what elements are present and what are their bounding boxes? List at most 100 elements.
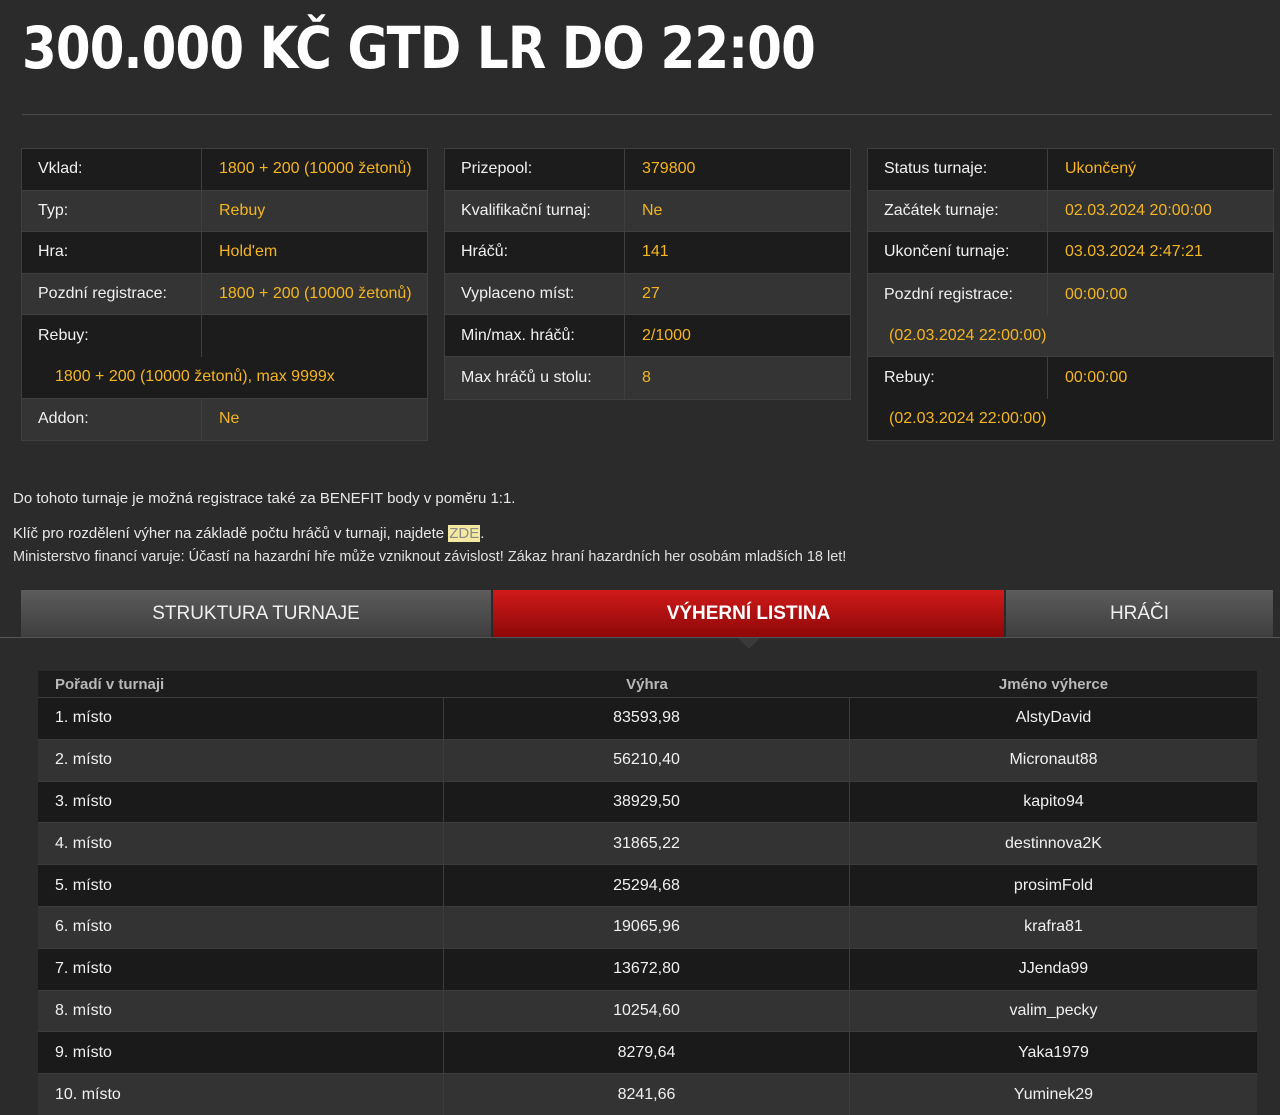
- gambling-warning: Ministerstvo financí varuje: Účastí na h…: [13, 549, 847, 565]
- table-row: 5. místo 25294,68 prosimFold: [38, 864, 1257, 906]
- cell-position: 3. místo: [38, 781, 444, 823]
- title-divider: [22, 114, 1272, 115]
- header-winner-name[interactable]: Jméno výherce: [850, 671, 1257, 697]
- info-label: Vyplaceno míst:: [445, 273, 625, 315]
- info-value: 379800: [642, 160, 696, 178]
- info-row-addon: Addon: Ne: [22, 398, 427, 441]
- tab-tournament-structure[interactable]: STRUKTURA TURNAJE: [21, 590, 492, 637]
- table-row: 9. místo 8279,64 Yaka1979: [38, 1031, 1257, 1074]
- info-row-late-registration: Pozdní registrace: 1800 + 200 (10000 žet…: [22, 273, 427, 316]
- cell-position: 9. místo: [38, 1032, 444, 1074]
- info-value: Ne: [219, 410, 240, 428]
- cell-position: 6. místo: [38, 906, 444, 948]
- cell-winner: Yuminek29: [1013, 1085, 1094, 1103]
- cell-winner: krafra81: [1024, 918, 1083, 936]
- cell-winner: AlstyDavid: [1015, 709, 1092, 727]
- cell-position: 5. místo: [38, 865, 444, 906]
- cell-winner: valim_pecky: [1009, 1001, 1098, 1019]
- cell-winner: prosimFold: [1013, 876, 1094, 894]
- info-value: 1800 + 200 (10000 žetonů): [219, 285, 412, 303]
- info-label: Vklad:: [22, 149, 202, 190]
- info-value: Hold'em: [219, 243, 278, 261]
- info-row-rebuy-date: (02.03.2024 22:00:00): [868, 398, 1273, 441]
- cell-winner: destinnova2K: [1005, 834, 1102, 852]
- page-title: 300.000 KČ GTD LR DO 22:00: [22, 14, 816, 82]
- info-row-rebuy-detail: 1800 + 200 (10000 žetonů), max 9999x: [22, 356, 427, 399]
- info-value: 141: [642, 243, 669, 261]
- table-row: 6. místo 19065,96 krafra81: [38, 905, 1257, 948]
- table-row: 2. místo 56210,40 Micronaut88: [38, 738, 1257, 781]
- tournament-info-left: Vklad: 1800 + 200 (10000 žetonů) Typ: Re…: [21, 148, 428, 442]
- info-label: Min/max. hráčů:: [445, 315, 625, 356]
- info-value: 27: [642, 285, 660, 303]
- winners-table: Pořadí v turnaji Výhra Jméno výherce 1. …: [38, 671, 1257, 1115]
- info-row-max-per-table: Max hráčů u stolu: 8: [445, 356, 850, 399]
- info-value: 00:00:00: [1065, 285, 1128, 303]
- payout-key-link[interactable]: ZDE: [448, 525, 481, 542]
- cell-winner: Yaka1979: [1018, 1043, 1089, 1061]
- winners-table-header: Pořadí v turnaji Výhra Jméno výherce: [38, 671, 1257, 697]
- info-row-min-max-players: Min/max. hráčů: 2/1000: [445, 315, 850, 357]
- info-value: Rebuy: [219, 201, 266, 219]
- tab-winners-list[interactable]: VÝHERNÍ LISTINA: [493, 590, 1005, 637]
- cell-position: 7. místo: [38, 948, 444, 990]
- info-row-late-registration: Pozdní registrace: 00:00:00: [868, 273, 1273, 316]
- cell-position: 4. místo: [38, 823, 444, 865]
- cell-prize: 10254,60: [444, 990, 850, 1032]
- cell-prize: 56210,40: [444, 739, 850, 781]
- info-label: Prizepool:: [445, 149, 625, 190]
- info-label: Pozdní registrace:: [868, 273, 1048, 316]
- info-row-rebuy: Rebuy: 00:00:00: [868, 356, 1273, 399]
- cell-winner: JJenda99: [1018, 960, 1089, 978]
- cell-prize: 31865,22: [444, 823, 850, 865]
- cell-position: 1. místo: [38, 698, 444, 739]
- info-value: Ne: [642, 201, 663, 219]
- info-row-deposit: Vklad: 1800 + 200 (10000 žetonů): [22, 149, 427, 191]
- active-tab-pointer: [738, 638, 760, 649]
- payout-key-text: Klíč pro rozdělení výher na základě počt…: [13, 525, 449, 542]
- table-row: 8. místo 10254,60 valim_pecky: [38, 989, 1257, 1032]
- info-value: 02.03.2024 20:00:00: [1065, 201, 1212, 219]
- cell-position: 8. místo: [38, 990, 444, 1032]
- info-row-prizepool: Prizepool: 379800: [445, 149, 850, 191]
- info-row-players: Hráčů: 141: [445, 232, 850, 274]
- info-value: [202, 315, 427, 357]
- info-label: Pozdní registrace:: [22, 273, 202, 315]
- info-row-rebuy: Rebuy:: [22, 315, 427, 357]
- info-row-qualifier: Kvalifikační turnaj: Ne: [445, 190, 850, 233]
- info-row-late-registration-date: (02.03.2024 22:00:00): [868, 315, 1273, 357]
- table-row: 10. místo 8241,66 Yuminek29: [38, 1073, 1257, 1115]
- cell-winner: Micronaut88: [1009, 751, 1098, 769]
- info-value: (02.03.2024 22:00:00): [889, 326, 1047, 344]
- table-row: 3. místo 38929,50 kapito94: [38, 780, 1257, 823]
- info-row-game: Hra: Hold'em: [22, 232, 427, 274]
- info-row-start: Začátek turnaje: 02.03.2024 20:00:00: [868, 190, 1273, 233]
- info-label: Status turnaje:: [868, 149, 1048, 190]
- info-label: Hráčů:: [445, 232, 625, 273]
- info-value: 2/1000: [642, 326, 691, 344]
- info-row-status: Status turnaje: Ukončený: [868, 149, 1273, 191]
- info-label: Max hráčů u stolu:: [445, 356, 625, 399]
- info-label: Addon:: [22, 398, 202, 441]
- cell-prize: 8241,66: [444, 1074, 850, 1115]
- benefit-note: Do tohoto turnaje je možná registrace ta…: [13, 490, 516, 507]
- payout-key-note: Klíč pro rozdělení výher na základě počt…: [13, 525, 913, 542]
- info-value: 00:00:00: [1065, 368, 1128, 386]
- cell-prize: 83593,98: [444, 698, 850, 739]
- tab-players[interactable]: HRÁČI: [1006, 590, 1274, 637]
- cell-position: 2. místo: [38, 739, 444, 781]
- cell-prize: 25294,68: [444, 865, 850, 906]
- info-row-type: Typ: Rebuy: [22, 190, 427, 233]
- header-prize[interactable]: Výhra: [444, 671, 850, 697]
- table-row: 1. místo 83593,98 AlstyDavid: [38, 697, 1257, 739]
- cell-prize: 8279,64: [444, 1032, 850, 1074]
- header-position[interactable]: Pořadí v turnaji: [38, 671, 444, 697]
- info-row-end: Ukončení turnaje: 03.03.2024 2:47:21: [868, 232, 1273, 274]
- info-label: Typ:: [22, 190, 202, 232]
- tabs-bar: STRUKTURA TURNAJE VÝHERNÍ LISTINA HRÁČI: [0, 590, 1280, 638]
- info-row-paid-places: Vyplaceno míst: 27: [445, 273, 850, 316]
- cell-position: 10. místo: [38, 1074, 444, 1115]
- info-value: Ukončený: [1065, 160, 1137, 178]
- cell-prize: 38929,50: [444, 781, 850, 823]
- info-value: 1800 + 200 (10000 žetonů), max 9999x: [55, 368, 335, 386]
